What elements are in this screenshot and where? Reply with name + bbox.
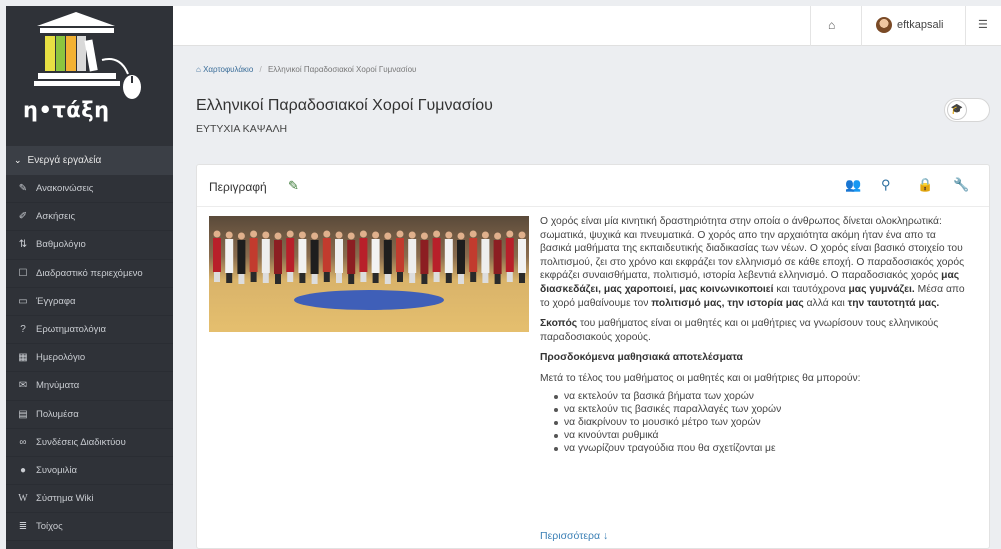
list-icon: ≣ [18, 521, 28, 533]
sidebar-item-label: Μηνύματα [36, 380, 80, 392]
list-item: να γνωρίζουν τραγούδια που θα σχετίζοντα… [554, 442, 970, 455]
sidebar-item-label: Βαθμολόγιο [36, 239, 86, 251]
sidebar-item-web-links[interactable]: ∞ Συνδέσεις Διαδικτύου [6, 429, 173, 457]
breadcrumb-current: Ελληνικοί Παραδοσιακοί Χοροί Γυμνασίου [267, 65, 417, 74]
wrench-icon[interactable]: 🔧 [953, 177, 969, 193]
list-item: να εκτελούν τα βασικά βήματα των χορών [554, 390, 970, 403]
library-books-mouse-icon [34, 12, 141, 99]
course-description: Ο χορός είναι μία κινητική δραστηριότητα… [540, 215, 970, 456]
avatar[interactable] [876, 17, 892, 33]
paperclip-icon[interactable]: ⚲ [881, 177, 891, 193]
home-icon[interactable]: ⌂ [196, 65, 201, 74]
sliders-icon[interactable]: ☰ [978, 18, 988, 31]
wiki-icon: W [18, 493, 28, 505]
goals-list: να εκτελούν τα βασικά βήματα των χορών ν… [540, 390, 970, 456]
sidebar-item-label: Ερωτηματολόγια [36, 324, 106, 336]
sidebar-item-announcements[interactable]: ✎ Ανακοινώσεις [6, 175, 173, 204]
sidebar-item-label: Έγγραφα [36, 295, 76, 307]
sidebar-item-documents[interactable]: ▭ Έγγραφα [6, 288, 173, 316]
chevron-down-icon: ⌄ [14, 155, 22, 165]
sidebar-item-gradebook[interactable]: ⇅ Βαθμολόγιο [6, 231, 173, 260]
top-bar: ⌂ eftkapsali ☰ [173, 6, 1001, 46]
sidebar-item-multimedia[interactable]: ▤ Πολυμέσα [6, 401, 173, 429]
sidebar-item-label: Τοίχος [36, 521, 63, 533]
bullhorn-icon: ✎ [18, 183, 28, 195]
more-link[interactable]: Περισσότερα ↓ [540, 530, 608, 542]
page-title: Ελληνικοί Παραδοσιακοί Χοροί Γυμνασίου [196, 97, 493, 114]
folder-icon: ▭ [18, 295, 28, 307]
panel-title: Περιγραφή [209, 180, 267, 194]
sidebar-item-wall[interactable]: ≣ Τοίχος [6, 513, 173, 542]
sidebar-item-interactive-content[interactable]: ☐ Διαδραστικό περιεχόμενο [6, 260, 173, 288]
sidebar-item-questionnaires[interactable]: ? Ερωτηματολόγια [6, 316, 173, 345]
link-icon: ∞ [19, 436, 27, 448]
sort-icon: ⇅ [18, 239, 28, 251]
sidebar-item-label: Συνομιλία [36, 464, 78, 476]
sidebar-item-label: Ημερολόγιο [36, 352, 86, 364]
sidebar: η•τάξη ⌄ Ενεργά εργαλεία ✎ Ανακοινώσεις … [6, 6, 173, 549]
list-item: να διακρίνουν το μουσικό μέτρο των χορών [554, 416, 970, 429]
panel-header: Περιγραφή ✎ 👥 ⚲ 🔒 🔧 [197, 165, 989, 207]
home-icon[interactable]: ⌂ [828, 18, 835, 32]
course-teacher: ΕΥΤΥΧΙΑ ΚΑΨΑΛΗ [196, 123, 288, 135]
breadcrumb-portfolio-link[interactable]: Χαρτοφυλάκιο [203, 65, 253, 74]
breadcrumb-separator: / [259, 65, 262, 74]
list-item: να εκτελούν τις βασικές παραλλαγές των χ… [554, 403, 970, 416]
sidebar-item-label: Συνδέσεις Διαδικτύου [36, 436, 126, 448]
edit-icon: ✐ [18, 211, 28, 223]
checkbox-icon: ☐ [18, 267, 28, 279]
question-icon: ? [20, 324, 26, 336]
sidebar-item-label: Διαδραστικό περιεχόμενο [36, 267, 143, 279]
logo-text: η•τάξη [23, 98, 110, 122]
envelope-icon: ✉ [18, 380, 28, 392]
comment-icon: ● [19, 464, 27, 476]
sidebar-item-calendar[interactable]: ▦ Ημερολόγιο [6, 344, 173, 373]
folk-dancers-photo [209, 216, 529, 332]
description-paragraph: Ο χορός είναι μία κινητική δραστηριότητα… [540, 216, 965, 309]
sidebar-item-messages[interactable]: ✉ Μηνύματα [6, 372, 173, 401]
film-icon: ▤ [18, 408, 28, 420]
lock-icon[interactable]: 🔒 [917, 177, 933, 193]
sidebar-item-assignments[interactable]: ✐ Ασκήσεις [6, 203, 173, 232]
divider [861, 6, 862, 46]
divider [810, 6, 811, 46]
arrow-down-icon: ↓ [603, 530, 609, 542]
sidebar-item-chat[interactable]: ● Συνομιλία [6, 457, 173, 486]
graduation-cap-icon: 🎓 [947, 100, 967, 120]
active-tools-section[interactable]: ⌄ Ενεργά εργαλεία [6, 146, 173, 175]
pencil-icon[interactable]: ✎ [288, 178, 299, 194]
sidebar-item-label: Ασκήσεις [36, 211, 76, 223]
breadcrumb: ⌂ Χαρτοφυλάκιο / Ελληνικοί Παραδοσιακοί … [196, 65, 416, 74]
goals-intro: Μετά το τέλος του μαθήματος οι μαθητές κ… [540, 372, 861, 384]
section-label: Ενεργά εργαλεία [27, 155, 102, 166]
student-view-toggle[interactable]: 🎓 [944, 98, 990, 122]
description-panel: Περιγραφή ✎ 👥 ⚲ 🔒 🔧 Ο χορός είναι μία κι… [196, 164, 990, 549]
calendar-icon: ▦ [18, 352, 28, 364]
logo[interactable]: η•τάξη [6, 6, 173, 146]
users-icon[interactable]: 👥 [845, 177, 861, 193]
list-item: να κινούνται ρυθμικά [554, 429, 970, 442]
sidebar-item-label: Ανακοινώσεις [36, 183, 94, 195]
sidebar-item-label: Σύστημα Wiki [36, 493, 94, 505]
goals-heading: Προσδοκόμενα μαθησιακά αποτελέσματα [540, 352, 743, 364]
divider [965, 6, 966, 46]
username[interactable]: eftkapsali [897, 19, 943, 31]
sidebar-item-label: Πολυμέσα [36, 408, 79, 420]
purpose-paragraph: Σκοπός του μαθήματος είναι οι μαθητές κα… [540, 318, 939, 343]
sidebar-item-wiki[interactable]: W Σύστημα Wiki [6, 485, 173, 514]
course-image [209, 216, 529, 332]
